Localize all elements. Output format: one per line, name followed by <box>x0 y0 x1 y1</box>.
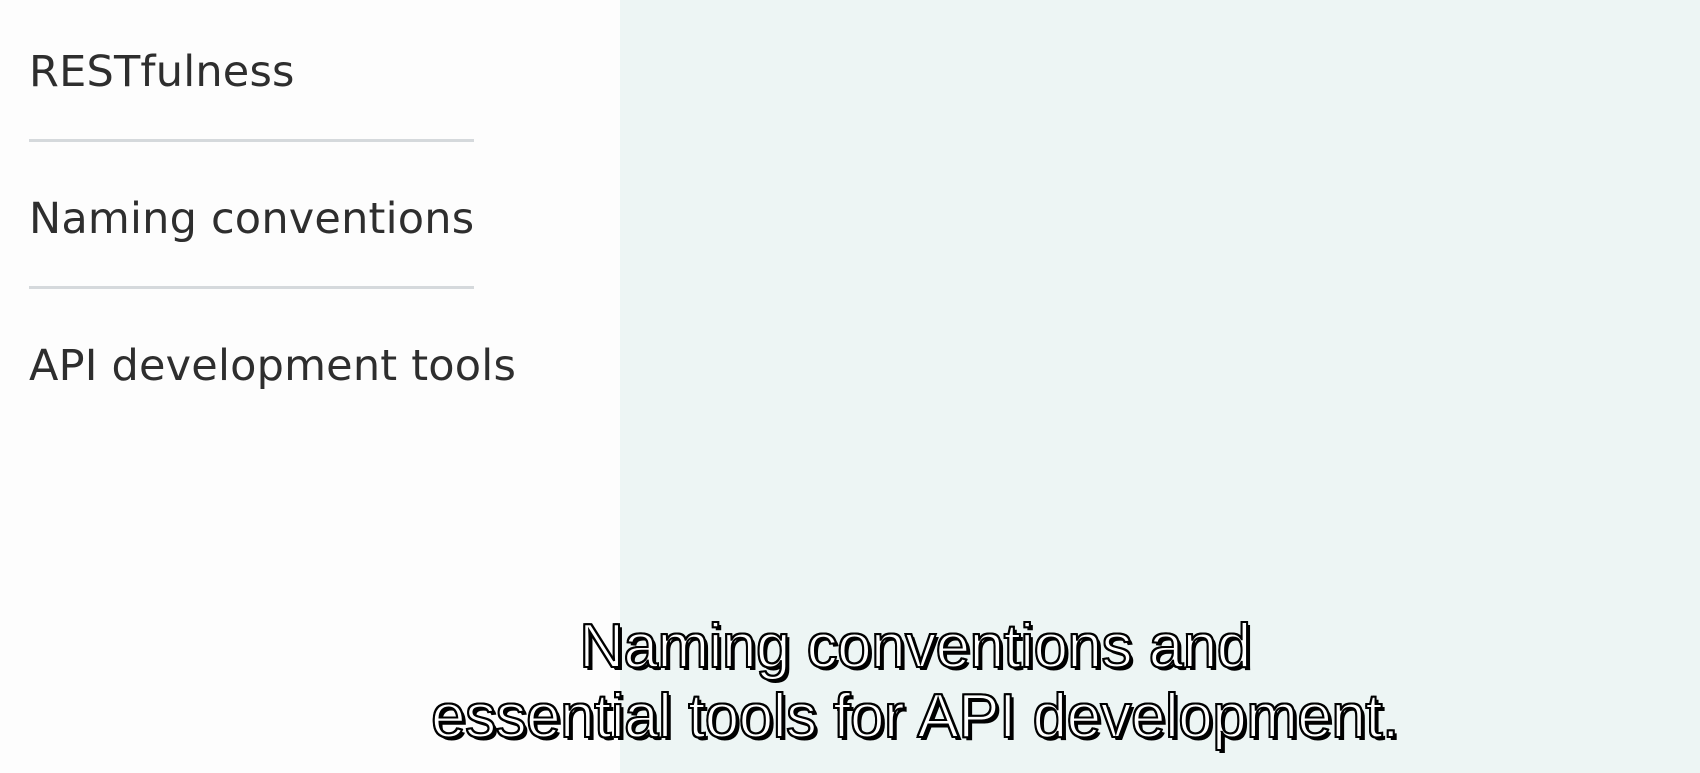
topic-restfulness: RESTfulness <box>29 47 295 97</box>
subtitle-line-1: Naming conventions and <box>578 611 1252 682</box>
topic-divider <box>29 139 474 142</box>
subtitle-line-2: essential tools for API development. <box>430 681 1400 752</box>
topic-api-development-tools: API development tools <box>29 341 517 391</box>
topic-divider <box>29 286 474 289</box>
video-frame: RESTfulness Naming conventions API devel… <box>0 0 1700 773</box>
subtitle-caption: Naming conventions and essential tools f… <box>250 611 1580 752</box>
topic-naming-conventions: Naming conventions <box>29 194 475 244</box>
